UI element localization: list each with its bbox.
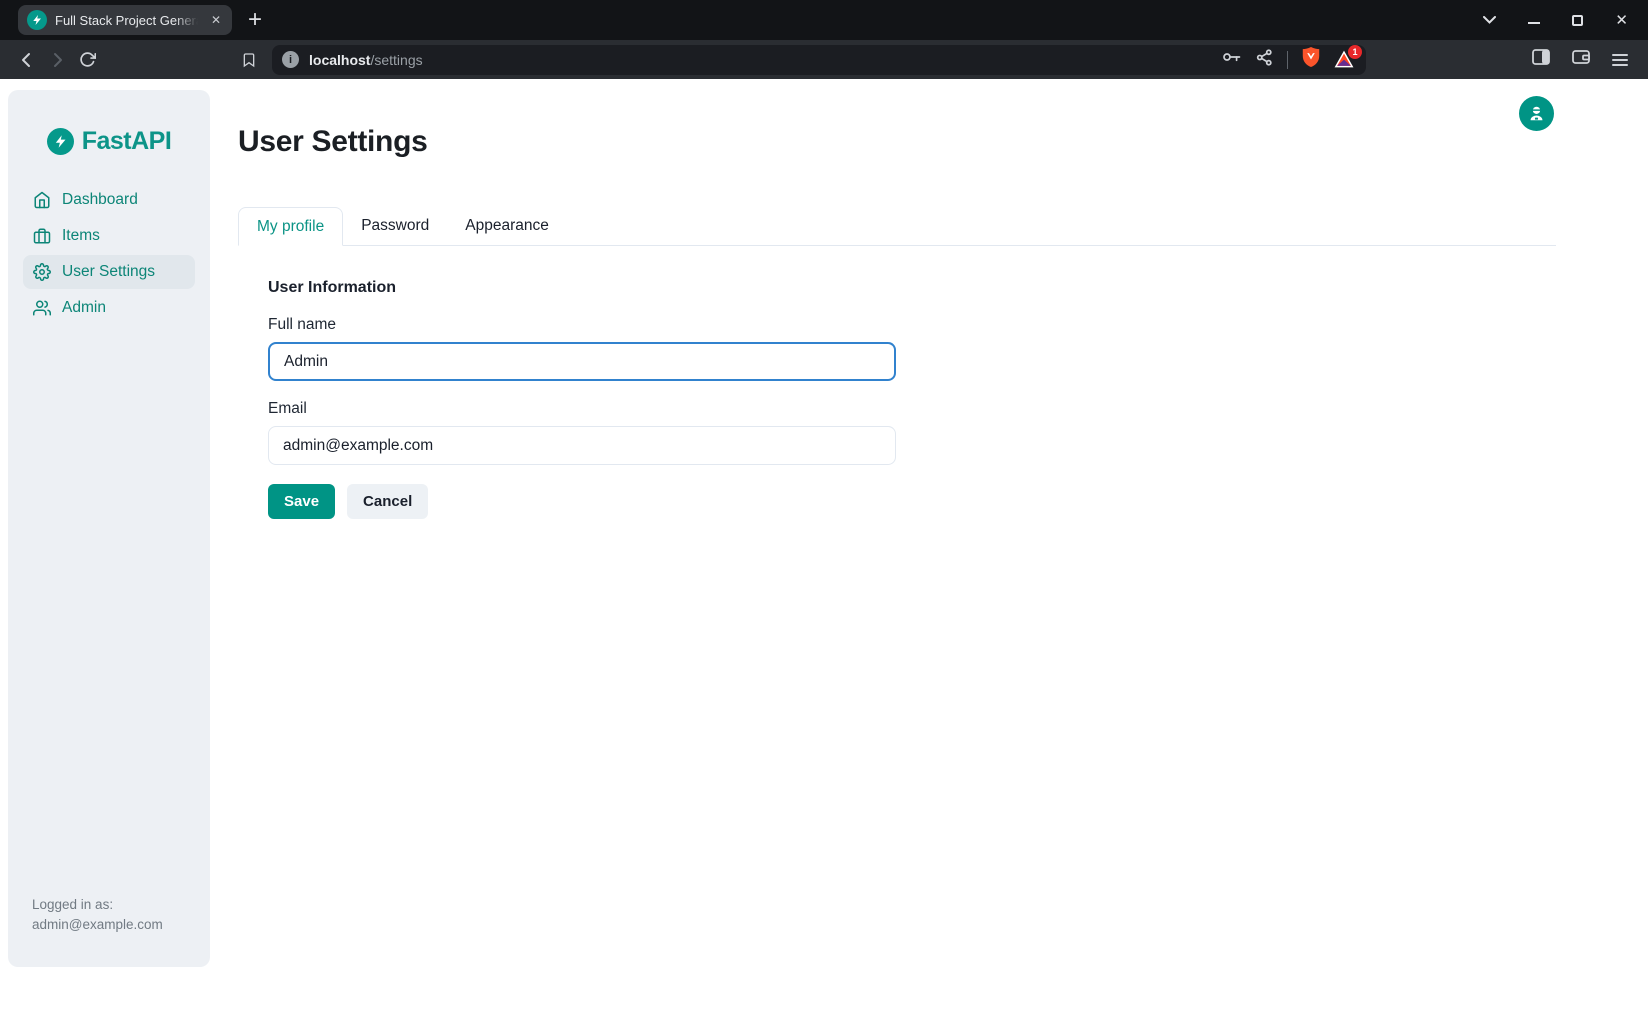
logged-in-email: admin@example.com: [32, 915, 163, 935]
section-title: User Information: [268, 279, 898, 297]
address-bar[interactable]: i localhost/settings 1: [272, 45, 1366, 75]
url-host: localhost: [309, 52, 370, 68]
brave-shield-icon[interactable]: [1302, 47, 1320, 72]
page-title: User Settings: [238, 125, 1556, 159]
email-input[interactable]: [268, 426, 896, 465]
forward-icon[interactable]: [42, 45, 72, 75]
back-icon[interactable]: [12, 45, 42, 75]
home-icon: [33, 191, 51, 209]
tab-title: Full Stack Project Genera: [55, 13, 201, 28]
fastapi-logo-text: FastAPI: [82, 127, 172, 156]
browser-tab-strip: Full Stack Project Genera ✕ + ✕: [0, 0, 1648, 40]
sidebar-item-label: Items: [62, 227, 100, 245]
share-icon[interactable]: [1256, 49, 1273, 71]
user-information-form: User Information Full name Email Save Ca…: [238, 279, 898, 519]
sidebar-item-label: Dashboard: [62, 191, 138, 209]
fastapi-logo-icon: [47, 128, 74, 155]
email-label: Email: [268, 400, 898, 418]
tab-my-profile[interactable]: My profile: [238, 207, 343, 246]
sidebar-item-label: Admin: [62, 299, 106, 317]
users-icon: [33, 299, 51, 317]
sidebar-item-admin[interactable]: Admin: [23, 291, 195, 325]
sidebar-item-dashboard[interactable]: Dashboard: [23, 183, 195, 217]
tab-appearance[interactable]: Appearance: [447, 207, 567, 246]
briefcase-icon: [33, 227, 51, 245]
maximize-button[interactable]: [1572, 15, 1583, 26]
browser-tab[interactable]: Full Stack Project Genera ✕: [18, 5, 232, 35]
tab-close-icon[interactable]: ✕: [209, 13, 223, 27]
page-content: FastAPI Dashboard Items User Settings Ad…: [0, 79, 1648, 1025]
tab-password[interactable]: Password: [343, 207, 447, 246]
bookmark-icon[interactable]: [234, 45, 264, 75]
minimize-button[interactable]: [1528, 16, 1540, 24]
full-name-label: Full name: [268, 316, 898, 334]
sidebar-item-items[interactable]: Items: [23, 219, 195, 253]
key-icon[interactable]: [1222, 50, 1242, 69]
sidebar-toggle-icon[interactable]: [1532, 49, 1550, 70]
browser-toolbar: i localhost/settings 1: [0, 40, 1648, 79]
url-path: /settings: [370, 52, 422, 68]
sidebar-nav: Dashboard Items User Settings Admin: [8, 183, 210, 325]
wallet-icon[interactable]: [1572, 49, 1590, 70]
main-content: User Settings My profile Password Appear…: [238, 125, 1556, 519]
settings-tabs: My profile Password Appearance: [238, 207, 1556, 246]
sidebar-item-user-settings[interactable]: User Settings: [23, 255, 195, 289]
new-tab-button[interactable]: +: [248, 8, 262, 32]
fastapi-logo: FastAPI: [8, 90, 210, 156]
rewards-badge: 1: [1348, 45, 1362, 59]
cancel-button[interactable]: Cancel: [347, 484, 428, 519]
gear-icon: [33, 263, 51, 281]
menu-icon[interactable]: [1612, 54, 1628, 66]
full-name-input[interactable]: [268, 342, 896, 381]
logged-in-info: Logged in as: admin@example.com: [32, 895, 163, 936]
toolbar-divider: [1287, 51, 1288, 69]
logged-in-label: Logged in as:: [32, 895, 163, 915]
save-button[interactable]: Save: [268, 484, 335, 519]
fastapi-favicon: [27, 10, 47, 30]
sidebar-item-label: User Settings: [62, 263, 155, 281]
tab-search-chevron-icon[interactable]: [1483, 16, 1496, 24]
window-close-button[interactable]: ✕: [1615, 11, 1628, 29]
user-avatar-icon: [1527, 104, 1546, 123]
sidebar: FastAPI Dashboard Items User Settings Ad…: [8, 90, 210, 967]
site-info-icon[interactable]: i: [282, 51, 299, 68]
brave-rewards-icon[interactable]: 1: [1334, 50, 1356, 70]
url-text: localhost/settings: [309, 52, 423, 68]
reload-icon[interactable]: [72, 45, 102, 75]
